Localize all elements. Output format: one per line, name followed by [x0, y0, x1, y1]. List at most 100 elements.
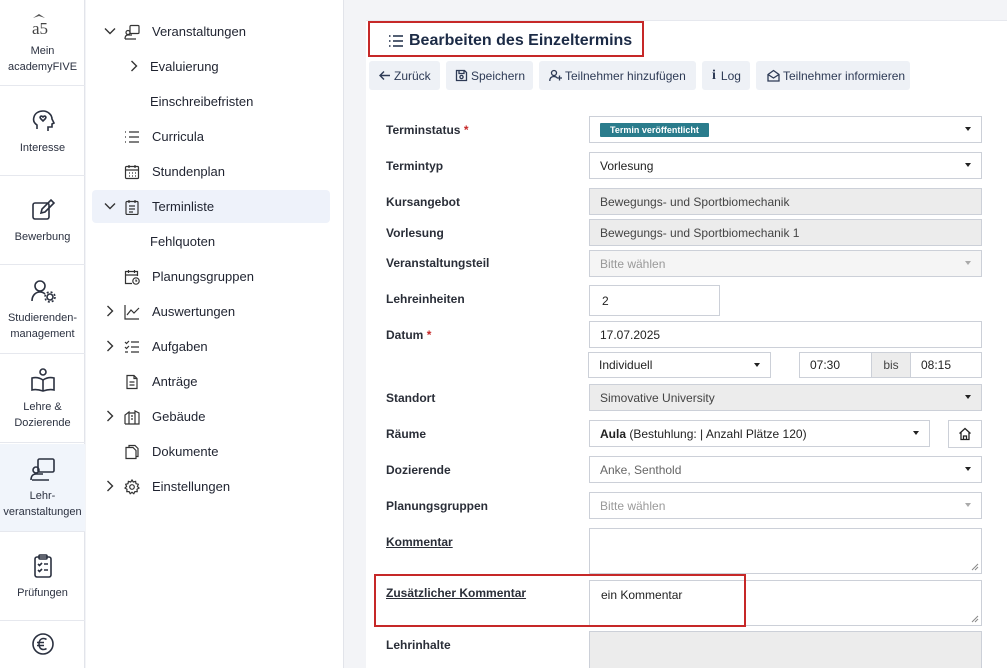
- chevron-right-icon[interactable]: [104, 480, 116, 492]
- datum-mode-value: Individuell: [599, 358, 653, 372]
- nav-item-fehlquoten[interactable]: Fehlquoten: [92, 225, 330, 258]
- documents-icon: [125, 444, 139, 460]
- room-home-button[interactable]: [948, 420, 982, 448]
- nav-label: Fehlquoten: [150, 234, 216, 249]
- termintyp-label: Termintyp: [386, 159, 444, 173]
- chevron-down-icon[interactable]: [104, 200, 116, 212]
- nav-item-einschreibefristen[interactable]: Einschreibefristen: [92, 85, 330, 118]
- time-to-value: 08:15: [921, 358, 952, 372]
- building-icon: [124, 410, 140, 425]
- chevron-down-icon: [754, 363, 760, 367]
- datum-value: 17.07.2025: [600, 327, 661, 342]
- nav-item-auswertungen[interactable]: Auswertungen: [92, 295, 330, 328]
- terminstatus-select[interactable]: Termin veröffentlicht: [589, 116, 982, 143]
- nav-item-einstellungen[interactable]: Einstellungen: [92, 470, 330, 503]
- clipboard-icon: [33, 554, 52, 578]
- resize-handle-icon[interactable]: [971, 563, 979, 571]
- standort-value: Simovative University: [600, 390, 715, 405]
- chevron-right-icon[interactable]: [128, 60, 140, 72]
- raeume-value: Aula (Bestuhlung: | Anzahl Plätze 120): [600, 426, 807, 441]
- rail-item-studierendenmanagement[interactable]: Studierenden- management: [0, 266, 85, 354]
- termintyp-select[interactable]: Vorlesung: [589, 152, 982, 179]
- a5-logo-icon: a5: [32, 14, 48, 38]
- head-heart-icon: [32, 109, 55, 131]
- datum-input[interactable]: 17.07.2025: [589, 321, 982, 348]
- back-button[interactable]: Zurück: [369, 61, 440, 90]
- dozierende-value: Anke, Senthold: [600, 462, 682, 477]
- rail-item-pruefungen[interactable]: Prüfungen: [0, 533, 85, 621]
- raeume-select[interactable]: Aula (Bestuhlung: | Anzahl Plätze 120): [589, 420, 930, 447]
- veranstaltungsteil-select[interactable]: Bitte wählen: [589, 250, 982, 277]
- chevron-down-icon[interactable]: [104, 25, 116, 37]
- lehreinheiten-label: Lehreinheiten: [386, 292, 465, 306]
- planungsgruppen-select[interactable]: Bitte wählen: [589, 492, 982, 519]
- rail-label: Prüfungen: [17, 587, 68, 599]
- rail-item-lehrveranstaltungen[interactable]: Lehr- veranstaltungen: [0, 444, 85, 532]
- edit-icon: [31, 198, 55, 220]
- datum-mode-select[interactable]: Individuell: [588, 352, 771, 378]
- rail-label: Mein: [30, 45, 55, 57]
- chart-line-icon: [124, 305, 140, 320]
- log-label: Log: [720, 68, 741, 83]
- nav-item-aufgaben[interactable]: Aufgaben: [92, 330, 330, 363]
- user-plus-icon: [549, 69, 562, 82]
- chevron-right-icon[interactable]: [104, 410, 116, 422]
- rail-item-interesse[interactable]: Interesse: [0, 87, 85, 176]
- chevron-down-icon: [965, 503, 971, 507]
- inform-participants-button[interactable]: Teilnehmer informieren: [756, 61, 910, 90]
- page-title: Bearbeiten des Einzeltermins: [409, 32, 633, 49]
- nav-label: Dokumente: [152, 444, 219, 459]
- dozierende-select[interactable]: Anke, Senthold: [589, 456, 982, 483]
- chevron-right-icon[interactable]: [104, 305, 116, 317]
- nav-item-antraege[interactable]: Anträge: [92, 365, 330, 398]
- rail-item-lehre-dozierende[interactable]: Lehre & Dozierende: [0, 355, 85, 443]
- add-participants-button[interactable]: Teilnehmer hinzufügen: [539, 61, 696, 90]
- nav-item-gebaeude[interactable]: Gebäude: [92, 400, 330, 433]
- nav-item-dokumente[interactable]: Dokumente: [92, 435, 330, 468]
- rail-item-mein-academyfive[interactable]: a5 Mein academyFIVE: [0, 0, 85, 86]
- chevron-down-icon: [965, 467, 971, 471]
- nav-label: Evaluierung: [150, 59, 219, 74]
- nav-item-curricula[interactable]: Curricula: [92, 120, 330, 153]
- nav-item-stundenplan[interactable]: Stundenplan: [92, 155, 330, 188]
- log-button[interactable]: i Log: [702, 61, 750, 90]
- svg-text:a5: a5: [32, 19, 48, 38]
- standort-select[interactable]: Simovative University: [589, 384, 982, 411]
- veranstaltungsteil-label: Veranstaltungsteil: [386, 256, 490, 270]
- required-marker: *: [426, 328, 432, 342]
- nav-label: Veranstaltungen: [152, 24, 246, 39]
- calendar-icon: [124, 165, 140, 180]
- nav-item-terminliste[interactable]: Terminliste: [92, 190, 330, 223]
- nav-item-veranstaltungen[interactable]: Veranstaltungen: [92, 15, 330, 48]
- required-marker: *: [463, 123, 469, 137]
- nav-label: Aufgaben: [152, 339, 208, 354]
- presentation-icon: [29, 458, 55, 481]
- chevron-right-icon[interactable]: [104, 340, 116, 352]
- nav-item-planungsgruppen[interactable]: Planungsgruppen: [92, 260, 330, 293]
- veranstaltungsteil-placeholder: Bitte wählen: [600, 256, 666, 271]
- calendar-clock-icon: [124, 270, 140, 285]
- termintyp-value: Vorlesung: [600, 158, 654, 173]
- planungsgruppen-label: Planungsgruppen: [386, 499, 488, 513]
- nav-item-evaluierung[interactable]: Evaluierung: [92, 50, 330, 83]
- time-from-input[interactable]: 07:30: [799, 352, 872, 378]
- rail-label: Studierenden-: [7, 312, 78, 324]
- save-label: Speichern: [471, 68, 526, 83]
- save-button[interactable]: Speichern: [446, 61, 533, 90]
- rail-item-finanzen[interactable]: [0, 622, 85, 668]
- lehreinheiten-input[interactable]: 2: [589, 285, 720, 316]
- gear-icon: [124, 479, 140, 495]
- time-from-value: 07:30: [810, 358, 841, 372]
- resize-handle-icon[interactable]: [971, 615, 979, 623]
- rail-item-bewerbung[interactable]: Bewerbung: [0, 177, 85, 265]
- time-to-input[interactable]: 08:15: [910, 352, 982, 378]
- euro-icon: [31, 633, 54, 655]
- info-icon: i: [712, 67, 716, 83]
- kommentar-textarea[interactable]: [589, 528, 982, 574]
- nav-label: Gebäude: [152, 409, 206, 424]
- nav-label: Anträge: [152, 374, 198, 389]
- kursangebot-field: Bewegungs- und Sportbiomechanik: [589, 188, 982, 215]
- datum-label: Datum *: [386, 328, 432, 342]
- nav-label: Auswertungen: [152, 304, 236, 319]
- nav-label: Stundenplan: [152, 164, 226, 179]
